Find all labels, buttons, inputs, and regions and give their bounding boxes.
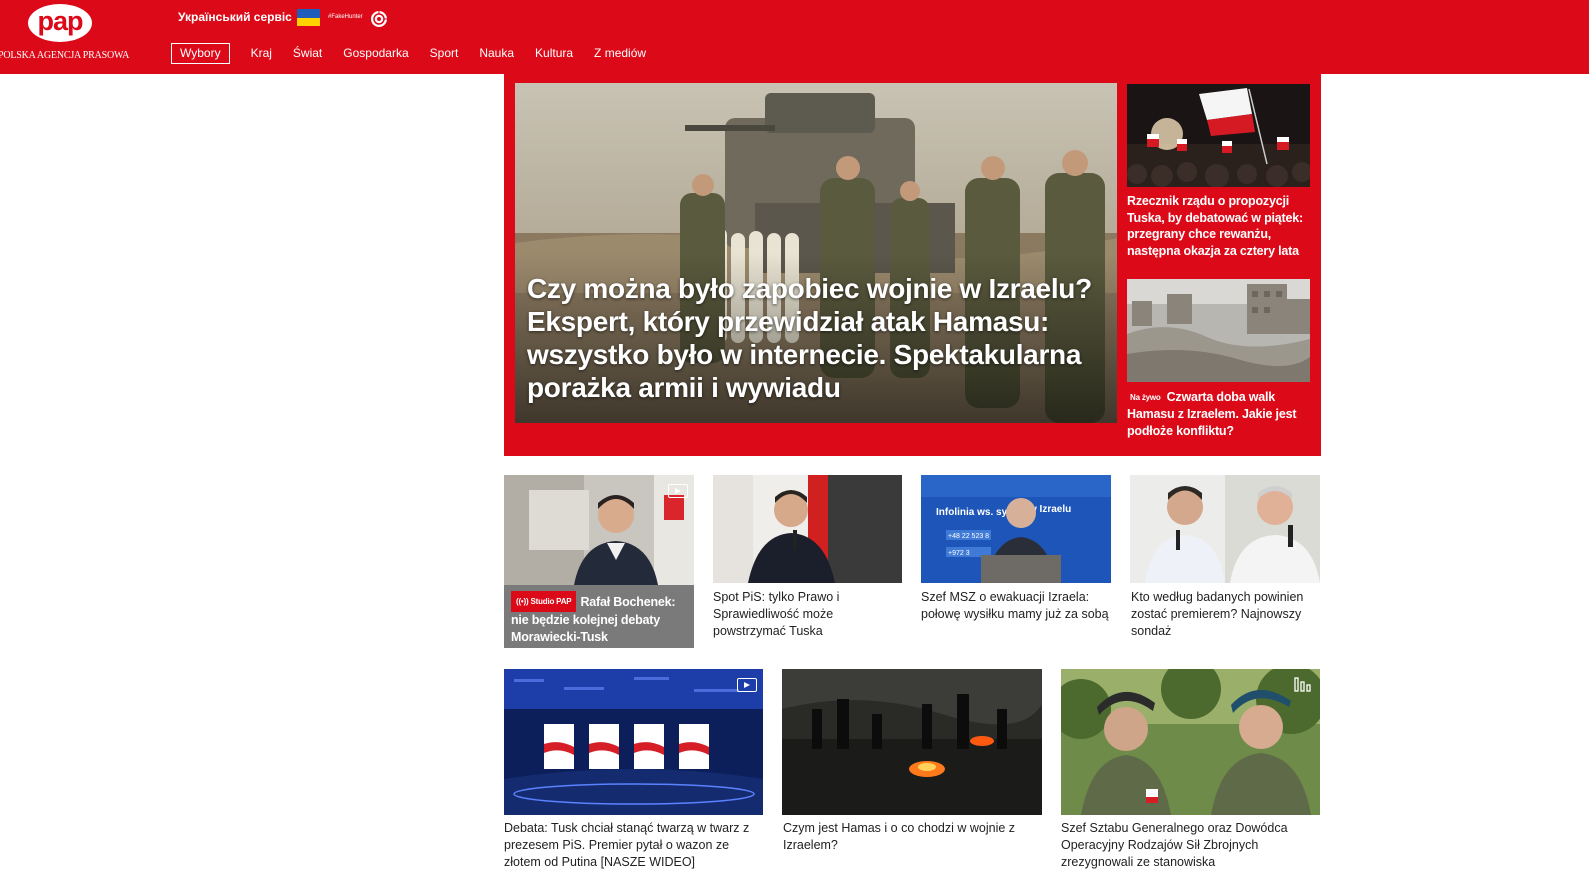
msz-screen-text-4: +972 3	[948, 550, 970, 557]
article-title-msz[interactable]: Szef MSZ o ewakuacji Izraela: połowę wys…	[921, 589, 1111, 623]
article-image-debata[interactable]	[504, 669, 763, 815]
ukrainian-service-link[interactable]: Український сервіс	[178, 10, 292, 24]
debata-image	[504, 669, 763, 815]
article-image-msz[interactable]: Infolinia ws. sytu w Izraelu +48 22 523 …	[921, 475, 1111, 583]
video-icon	[737, 678, 757, 692]
article-title-spot-pis[interactable]: Spot PiS: tylko Prawo i Sprawiedliwość m…	[713, 589, 903, 640]
gallery-icon	[1294, 677, 1311, 692]
msz-screen-text-1: Infolinia ws. sytu	[936, 507, 1017, 518]
pap-logo[interactable]: pap	[28, 4, 92, 42]
nav-item-z-mediow[interactable]: Z mediów	[594, 44, 646, 63]
side-article-2-title[interactable]: Na żywo Czwarta doba walk Hamasu z Izrael…	[1127, 389, 1312, 440]
generals-image	[1061, 669, 1320, 815]
article-image-sondaz[interactable]	[1130, 475, 1320, 583]
ukraine-flag-icon[interactable]	[297, 9, 320, 26]
nav-item-swiat[interactable]: Świat	[293, 44, 322, 63]
nav-item-nauka[interactable]: Nauka	[479, 44, 514, 63]
site-header: pap POLSKA AGENCJA PRASOWA Український с…	[0, 0, 1589, 74]
live-badge: Na żywo	[1130, 393, 1161, 402]
logo-subtitle: POLSKA AGENCJA PRASOWA	[0, 50, 130, 61]
msz-screen-text-3: +48 22 523 8	[948, 533, 989, 540]
side-article-1-image[interactable]	[1127, 84, 1310, 187]
article-title-hamas[interactable]: Czym jest Hamas i o co chodzi w wojnie z…	[783, 820, 1041, 854]
nav-item-kultura[interactable]: Kultura	[535, 44, 573, 63]
article-image-spot-pis[interactable]	[713, 475, 902, 583]
hero-headline[interactable]: Czy można było zapobiec wojnie w Izraelu…	[527, 272, 1102, 404]
article-title-sondaz[interactable]: Kto według badanych powinien zostać prem…	[1131, 589, 1321, 640]
article-image-generals[interactable]	[1061, 669, 1320, 815]
side-article-1-title[interactable]: Rzecznik rządu o propozycji Tuska, by de…	[1127, 193, 1312, 259]
logo-text: pap	[37, 5, 83, 36]
nav-item-sport[interactable]: Sport	[430, 44, 459, 63]
article-image-hamas[interactable]	[782, 669, 1042, 815]
studio-pap-badge: ((•)) Studio PAP	[511, 591, 577, 612]
nav-item-wybory[interactable]: Wybory	[171, 43, 230, 64]
main-nav: Wybory Kraj Świat Gospodarka Sport Nauka…	[171, 43, 667, 64]
studio-card-image	[504, 475, 694, 585]
nav-item-gospodarka[interactable]: Gospodarka	[343, 44, 408, 63]
article-title-generals[interactable]: Szef Sztabu Generalnego oraz Dowódca Ope…	[1061, 820, 1326, 871]
side-article-2-image[interactable]	[1127, 279, 1310, 382]
fakehunter-link[interactable]: #FakeHunter	[328, 14, 363, 20]
studio-pap-title[interactable]: ((•)) Studio PAP Rafał Bochenek: nie będz…	[511, 591, 691, 646]
article-title-debata[interactable]: Debata: Tusk chciał stanąć twarzą w twar…	[504, 820, 769, 871]
fakehunter-icon[interactable]	[370, 10, 388, 28]
nav-item-kraj[interactable]: Kraj	[251, 44, 272, 63]
video-icon	[668, 484, 688, 498]
